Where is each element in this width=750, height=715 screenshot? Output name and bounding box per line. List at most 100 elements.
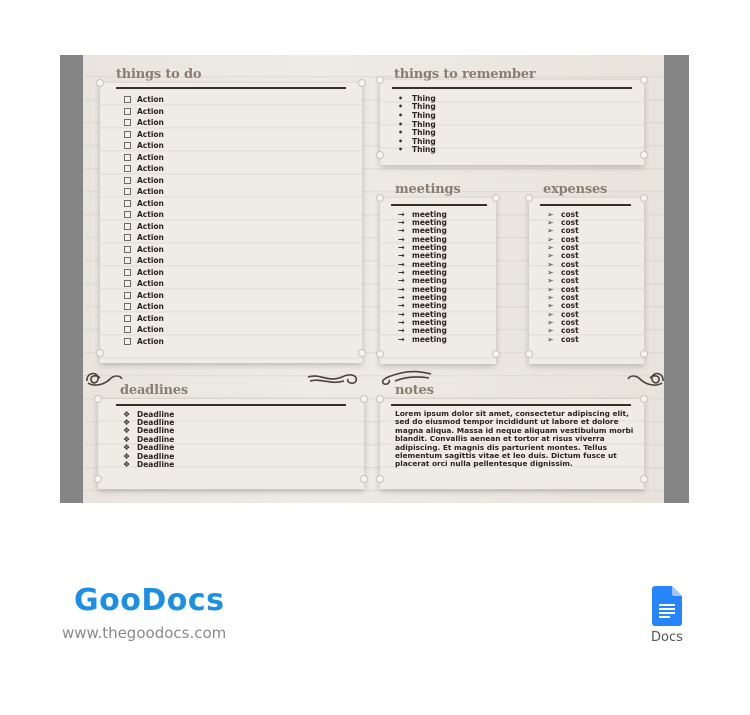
checkbox[interactable] — [124, 257, 131, 265]
pin — [525, 194, 533, 202]
checkbox[interactable] — [124, 188, 131, 196]
todo-item[interactable]: Action — [124, 324, 164, 336]
todo-item-label: Action — [137, 290, 164, 300]
remember-heading: things to remember — [394, 67, 536, 82]
bullet-icon: ➢ — [547, 334, 554, 344]
checkbox[interactable] — [124, 245, 131, 253]
todo-list: Action Action Action Action Action Action Acti… — [124, 94, 164, 347]
todo-item[interactable]: Action — [124, 232, 164, 244]
pin — [96, 349, 104, 357]
todo-item[interactable]: Action — [124, 117, 164, 129]
todo-item[interactable]: Action — [124, 301, 164, 313]
todo-item[interactable]: Action — [124, 278, 164, 290]
checkbox[interactable] — [124, 107, 131, 115]
todo-item[interactable]: Action — [124, 175, 164, 187]
expenses-item: ➢ cost — [547, 334, 579, 344]
todo-item[interactable]: Action — [124, 140, 164, 152]
todo-item[interactable]: Action — [124, 221, 164, 233]
todo-item[interactable]: Action — [124, 209, 164, 221]
todo-item[interactable]: Action — [124, 336, 164, 348]
todo-item-label: Action — [137, 129, 164, 139]
deadlines-list: ❖ Deadline ❖ Deadline ❖ Deadline ❖ Deadline ❖ Dea… — [123, 410, 174, 469]
todo-item-label: Action — [137, 210, 164, 220]
pin — [376, 194, 384, 202]
todo-item-label: Action — [137, 244, 164, 254]
checkbox[interactable] — [124, 142, 131, 150]
todo-item[interactable]: Action — [124, 186, 164, 198]
todo-item[interactable]: Action — [124, 94, 164, 106]
expenses-heading: expenses — [543, 182, 608, 197]
expenses-item-label: cost — [561, 334, 579, 344]
todo-heading: things to do — [116, 67, 202, 82]
todo-item[interactable]: Action — [124, 313, 164, 325]
checkbox[interactable] — [124, 280, 131, 288]
swirl-ornament-left — [86, 372, 123, 386]
todo-item[interactable]: Action — [124, 163, 164, 175]
todo-item[interactable]: Action — [124, 106, 164, 118]
google-docs-icon[interactable] — [652, 586, 682, 626]
checkbox[interactable] — [124, 119, 131, 127]
pin — [360, 395, 368, 403]
remember-item: • Thing — [398, 102, 436, 111]
checkbox[interactable] — [124, 268, 131, 276]
checkbox[interactable] — [124, 222, 131, 230]
pin — [376, 475, 384, 483]
meetings-heading: meetings — [395, 182, 461, 197]
checkbox[interactable] — [124, 291, 131, 299]
bullet-icon: → — [398, 334, 405, 344]
pin — [94, 475, 102, 483]
checkbox[interactable] — [124, 130, 131, 138]
meetings-list: → meeting → meeting → meeting → meeting → meeting… — [398, 210, 447, 344]
meetings-item-label: meeting — [412, 334, 447, 344]
pin — [96, 79, 104, 87]
notes-heading: notes — [395, 383, 434, 398]
todo-item-label: Action — [137, 325, 164, 335]
todo-item-label: Action — [137, 198, 164, 208]
checkbox[interactable] — [124, 303, 131, 311]
checkbox[interactable] — [124, 234, 131, 242]
pin — [358, 79, 366, 87]
checkbox[interactable] — [124, 96, 131, 104]
todo-item-label: Action — [137, 233, 164, 243]
swirl-ornament-center-left — [307, 374, 358, 384]
website-url[interactable]: www.thegoodocs.com — [62, 624, 226, 642]
checkbox[interactable] — [124, 165, 131, 173]
checkbox[interactable] — [124, 326, 131, 334]
deadlines-rule — [116, 404, 346, 406]
remember-item-label: Thing — [412, 145, 436, 155]
checkbox[interactable] — [124, 199, 131, 207]
todo-item[interactable]: Action — [124, 290, 164, 302]
remember-rule — [392, 87, 632, 89]
todo-item-label: Action — [137, 175, 164, 185]
todo-item[interactable]: Action — [124, 244, 164, 256]
todo-item-label: Action — [137, 256, 164, 266]
todo-item-label: Action — [137, 313, 164, 323]
checkbox[interactable] — [124, 176, 131, 184]
checkbox[interactable] — [124, 211, 131, 219]
bullet-icon: ❖ — [123, 460, 131, 470]
deadlines-heading: deadlines — [120, 383, 188, 398]
todo-item[interactable]: Action — [124, 152, 164, 164]
deadlines-item-label: Deadline — [137, 460, 175, 470]
remember-item: • Thing — [398, 137, 436, 146]
todo-item[interactable]: Action — [124, 255, 164, 267]
todo-item[interactable]: Action — [124, 267, 164, 279]
todo-item-label: Action — [137, 106, 164, 116]
pin — [376, 395, 384, 403]
remember-item: • Thing — [398, 94, 436, 103]
notes-rule — [391, 404, 631, 406]
pin — [640, 151, 648, 159]
swirl-ornament-right — [627, 372, 664, 386]
todo-rule — [116, 87, 346, 89]
checkbox[interactable] — [124, 314, 131, 322]
todo-item[interactable]: Action — [124, 129, 164, 141]
todo-item[interactable]: Action — [124, 198, 164, 210]
meetings-item: → meeting — [398, 334, 447, 344]
todo-item-label: Action — [137, 164, 164, 174]
pin — [640, 475, 648, 483]
pin — [640, 76, 648, 84]
bullet-icon: • — [398, 145, 404, 155]
checkbox[interactable] — [124, 153, 131, 161]
goodocs-logo[interactable]: GooDocs — [74, 583, 225, 618]
checkbox[interactable] — [124, 337, 131, 345]
